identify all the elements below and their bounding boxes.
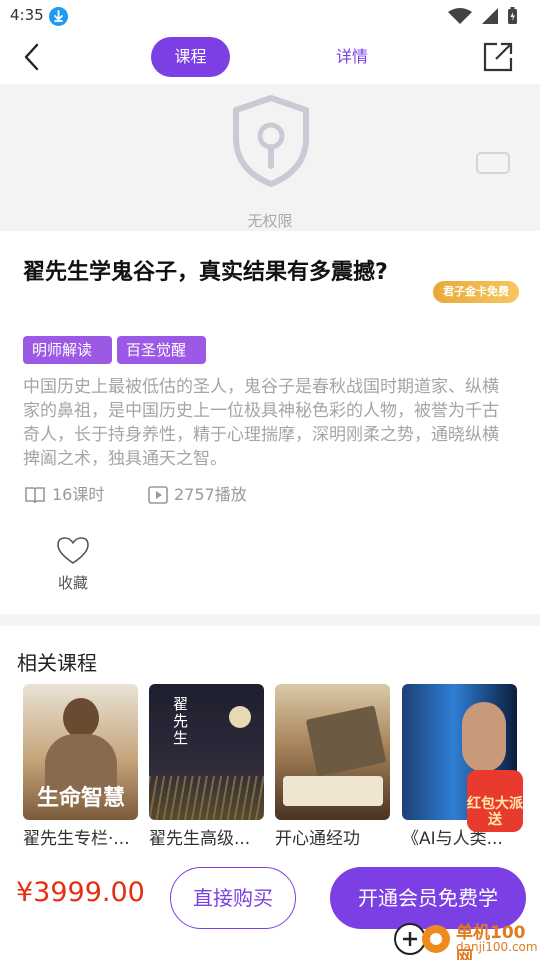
lesson-count: 16课时 bbox=[24, 484, 104, 506]
play-icon bbox=[148, 486, 168, 504]
watermark-logo-icon bbox=[394, 923, 450, 955]
related-course-name: 翟先生高级... bbox=[149, 829, 251, 849]
signal-icon bbox=[482, 8, 498, 24]
status-indicators bbox=[446, 7, 526, 25]
cover-text: 生命智慧 bbox=[36, 785, 125, 811]
buy-now-button[interactable]: 直接购买 bbox=[170, 867, 296, 929]
status-bar: 4:35 bbox=[0, 0, 540, 32]
video-player[interactable]: 无权限 bbox=[0, 84, 540, 231]
tab-course[interactable]: 课程 bbox=[151, 37, 230, 77]
vip-free-badge: 君子金卡免费 bbox=[433, 281, 519, 303]
section-divider bbox=[0, 614, 540, 626]
heart-icon bbox=[57, 537, 89, 564]
wifi-icon bbox=[448, 8, 472, 24]
shield-lock-icon bbox=[230, 94, 312, 189]
download-icon bbox=[49, 7, 68, 26]
related-course-name: 翟先生专栏·... bbox=[23, 829, 130, 849]
course-description: 中国历史上最被低估的圣人，鬼谷子是春秋战国时期道家、纵横家的鼻祖，是中国历史上一… bbox=[23, 377, 499, 469]
course-cover bbox=[275, 684, 390, 820]
status-time: 4:35 bbox=[10, 6, 44, 24]
chevron-left-icon bbox=[24, 43, 39, 71]
watermark-url: danji100.com bbox=[456, 940, 538, 954]
battery-icon bbox=[508, 7, 517, 24]
play-count-text: 2757播放 bbox=[174, 485, 247, 504]
course-cover: 翟先生 bbox=[149, 684, 264, 820]
course-title: 翟先生学鬼谷子，真实结果有多震撼? bbox=[23, 260, 388, 285]
tab-detail[interactable]: 详情 bbox=[315, 37, 389, 77]
related-course-card[interactable]: 开心通经功 bbox=[275, 684, 391, 849]
related-course-name: 开心通经功 bbox=[275, 829, 360, 849]
book-icon bbox=[25, 487, 45, 504]
related-course-card[interactable]: 翟先生 翟先生高级... bbox=[149, 684, 265, 849]
favorite-button[interactable]: 收藏 bbox=[48, 536, 98, 596]
red-packet-button[interactable]: 红包大派送 bbox=[467, 770, 523, 832]
no-permission-text: 无权限 bbox=[247, 212, 293, 230]
price: ¥3999.00 bbox=[16, 877, 145, 908]
top-bar: 课程 详情 bbox=[0, 32, 540, 84]
related-course-card[interactable]: 生命智慧 翟先生专栏·... bbox=[23, 684, 139, 849]
share-button[interactable] bbox=[481, 40, 515, 74]
play-count: 2757播放 bbox=[148, 484, 247, 506]
favorite-label: 收藏 bbox=[57, 574, 88, 592]
cover-text: 翟先生 bbox=[173, 695, 189, 747]
tag-teacher: 明师解读 bbox=[23, 336, 112, 364]
lesson-count-text: 16课时 bbox=[52, 485, 105, 504]
related-title: 相关课程 bbox=[17, 651, 97, 675]
share-icon bbox=[483, 42, 513, 72]
watermark-icon bbox=[476, 152, 510, 174]
tag-awaken: 百圣觉醒 bbox=[117, 336, 206, 364]
back-button[interactable] bbox=[18, 42, 48, 72]
course-cover: 生命智慧 bbox=[23, 684, 138, 820]
site-watermark: 单机100网 danji100.com bbox=[394, 918, 540, 960]
